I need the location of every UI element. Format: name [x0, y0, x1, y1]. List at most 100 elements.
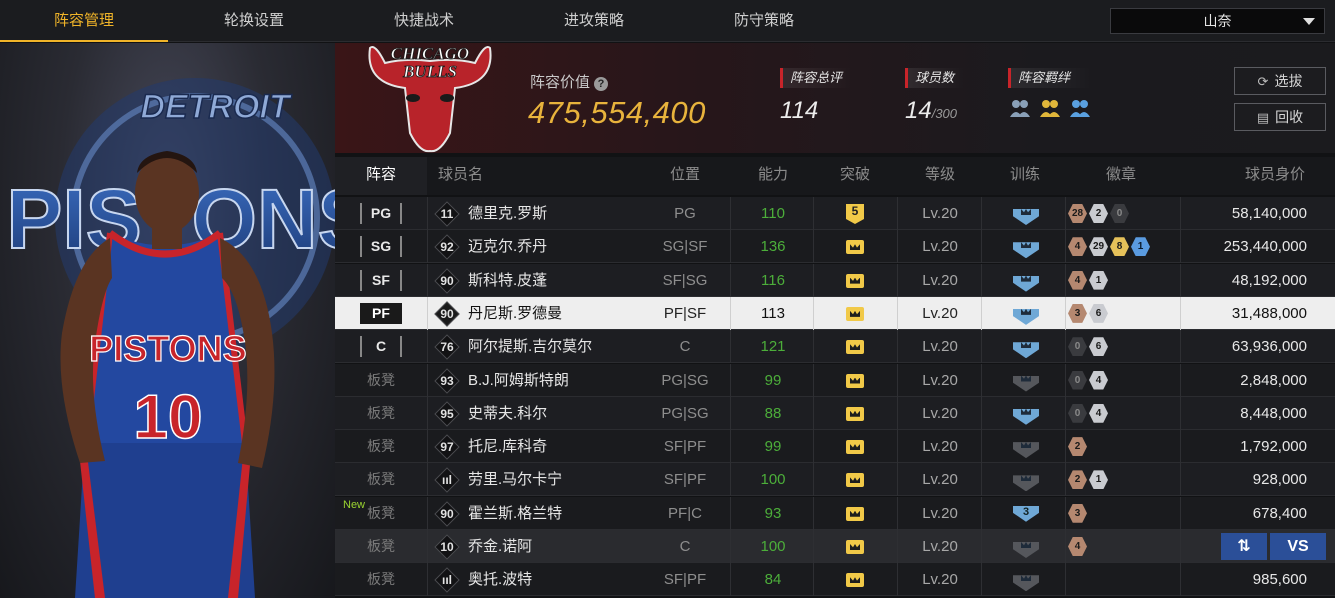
training-shield-icon[interactable]: [1013, 239, 1039, 259]
table-row[interactable]: 板凳10乔金.诺阿C100Lv.2043: [335, 530, 1335, 563]
table-row[interactable]: SG 92 迈克尔.乔丹 SG|SF 136 Lv.20 4 29 8 1 253,440,000: [335, 230, 1335, 264]
bond-icons[interactable]: [1008, 97, 1092, 119]
col-ability[interactable]: 能力: [743, 157, 803, 195]
player-level: Lv.20: [922, 571, 958, 589]
recycle-button[interactable]: ▤ 回收: [1234, 103, 1326, 131]
col-lineup[interactable]: 阵容: [335, 157, 427, 195]
player-level: Lv.20: [922, 304, 958, 322]
table-row[interactable]: SF 90 斯科特.皮蓬 SF|SG 116 Lv.20 4 1 48,192,000: [335, 263, 1335, 297]
col-player-name[interactable]: 球员名: [438, 157, 498, 195]
team-select-dropdown[interactable]: 山奈: [1110, 8, 1325, 34]
player-ability: 110: [761, 205, 785, 222]
jersey-number: 95: [440, 406, 454, 421]
badge-count-icon: 6: [1089, 303, 1108, 323]
column-divider: [981, 463, 982, 497]
crown-icon: [846, 440, 864, 455]
col-position[interactable]: 位置: [655, 157, 715, 195]
col-badges[interactable]: 徽章: [1091, 157, 1151, 195]
bench-label: 板凳: [367, 571, 395, 588]
badge-list[interactable]: 2: [1068, 437, 1087, 457]
table-row[interactable]: 板凳 97 托尼.库科奇 SF|PF 99 Lv.20 2 1,792,000: [335, 430, 1335, 464]
badge-list[interactable]: 04: [1068, 370, 1108, 390]
bond-blue-icon[interactable]: [1068, 97, 1092, 119]
badge-list[interactable]: 36: [1068, 303, 1108, 323]
training-shield-icon[interactable]: [1013, 472, 1039, 492]
col-breakthrough[interactable]: 突破: [825, 157, 885, 195]
column-divider: [897, 263, 898, 297]
tab-quick-tactics[interactable]: 快捷战术: [340, 0, 508, 42]
breakthrough-crown-icon[interactable]: [846, 371, 864, 391]
training-shield-icon[interactable]: 3: [1013, 505, 1039, 522]
swap-button[interactable]: ⇅: [1221, 533, 1267, 560]
table-row[interactable]: C 76 阿尔提斯.吉尔莫尔 C 121 Lv.20 0 6 63,936,000: [335, 330, 1335, 364]
bench-label: 板凳: [367, 471, 395, 488]
tab-offense-strategy[interactable]: 进攻策略: [508, 0, 680, 42]
badge-count-icon: 0: [1110, 204, 1129, 223]
table-row[interactable]: 板凳 95 史蒂夫.科尔 PG|SG 88 Lv.20 0 4 8,448,000: [335, 396, 1335, 430]
help-icon[interactable]: ?: [594, 77, 609, 91]
overall-label: 阵容总评: [780, 68, 853, 88]
badge-list[interactable]: 41: [1068, 270, 1108, 290]
player-position: SF|PF: [663, 471, 707, 489]
breakthrough-crown-icon[interactable]: [846, 570, 864, 590]
badge-list[interactable]: 3: [1068, 503, 1087, 523]
badge-list[interactable]: 4: [1068, 537, 1087, 556]
column-divider: [1065, 330, 1066, 364]
vs-button[interactable]: VS: [1270, 533, 1326, 560]
breakthrough-crown-icon[interactable]: [846, 337, 864, 357]
table-row[interactable]: 板凳 ııl 奥托.波特 SF|PF 84 Lv.20 985,600: [335, 563, 1335, 597]
scout-button[interactable]: ⟳ 选拔: [1234, 67, 1326, 95]
table-row[interactable]: 板凳 ııl 劳里.马尔卡宁 SF|PF 100 Lv.20 2 1 928,000: [335, 463, 1335, 497]
training-shield-icon[interactable]: [1013, 206, 1039, 225]
badge-list[interactable]: 4 29 8 1: [1068, 237, 1150, 257]
tab-defense-strategy[interactable]: 防守策略: [680, 0, 848, 42]
training-shield-icon[interactable]: [1013, 273, 1039, 292]
player-count-max: /300: [931, 106, 958, 121]
jersey-number: ııl: [441, 573, 452, 588]
breakthrough-crown-icon[interactable]: [846, 470, 864, 490]
player-name: 托尼.库科奇: [468, 438, 548, 456]
column-divider: [897, 396, 898, 430]
training-shield-icon[interactable]: [1013, 373, 1039, 392]
training-shield-icon[interactable]: [1013, 339, 1039, 359]
table-row[interactable]: 板凳 New 90 霍兰斯.格兰特 PF|C 93 Lv.20 3 3 678,400: [335, 496, 1335, 530]
training-shield-icon[interactable]: [1013, 439, 1039, 459]
badge-list[interactable]: 06: [1068, 337, 1108, 357]
column-divider: [897, 296, 898, 330]
badge-list[interactable]: 21: [1068, 470, 1108, 490]
bond-grey-icon[interactable]: [1008, 97, 1032, 119]
column-divider: [427, 430, 428, 464]
col-level[interactable]: 等级: [910, 157, 970, 195]
badge-list[interactable]: 28 2 0: [1068, 204, 1129, 223]
breakthrough-crown-icon[interactable]: [846, 237, 864, 257]
player-level: Lv.20: [922, 271, 958, 289]
player-level: Lv.20: [922, 404, 958, 422]
column-divider: [813, 296, 814, 330]
player-position: SF|PF: [663, 571, 707, 589]
training-shield-icon[interactable]: [1013, 539, 1039, 558]
top-navigation: 阵容管理 轮换设置 快捷战术 进攻策略 防守策略 山奈: [0, 0, 1335, 42]
table-row[interactable]: PF 90 丹尼斯.罗德曼 PF|SF 113 Lv.20 3 6 31,488,000: [335, 296, 1335, 330]
breakthrough-crown-icon[interactable]: [846, 304, 864, 324]
table-row[interactable]: 板凳 93 B.J.阿姆斯特朗 PG|SG 99 Lv.20 0 4 2,848,000: [335, 363, 1335, 397]
art-logo-text: DETROIT: [140, 88, 292, 126]
player-level: Lv.20: [922, 438, 958, 456]
chevron-down-icon: [1303, 18, 1315, 25]
tab-rotation-settings[interactable]: 轮换设置: [168, 0, 340, 42]
tab-lineup-management[interactable]: 阵容管理: [0, 0, 168, 42]
breakthrough-level-badge[interactable]: 5: [846, 204, 864, 224]
col-training[interactable]: 训练: [995, 157, 1055, 195]
table-row[interactable]: PG 11 德里克.罗斯 PG 110 5 Lv.20 28 2 0 58,140,000: [335, 197, 1335, 230]
breakthrough-crown-icon[interactable]: [846, 504, 864, 524]
column-divider: [981, 530, 982, 563]
bond-gold-icon[interactable]: [1038, 97, 1062, 119]
badge-list[interactable]: 04: [1068, 403, 1108, 423]
training-shield-icon[interactable]: [1013, 572, 1039, 592]
breakthrough-crown-icon[interactable]: [846, 271, 864, 291]
training-shield-icon[interactable]: [1013, 306, 1039, 325]
col-player-value[interactable]: 球员身价: [1230, 157, 1320, 195]
breakthrough-crown-icon[interactable]: [846, 537, 864, 557]
breakthrough-crown-icon[interactable]: [846, 404, 864, 424]
breakthrough-crown-icon[interactable]: [846, 437, 864, 457]
training-shield-icon[interactable]: [1013, 406, 1039, 425]
